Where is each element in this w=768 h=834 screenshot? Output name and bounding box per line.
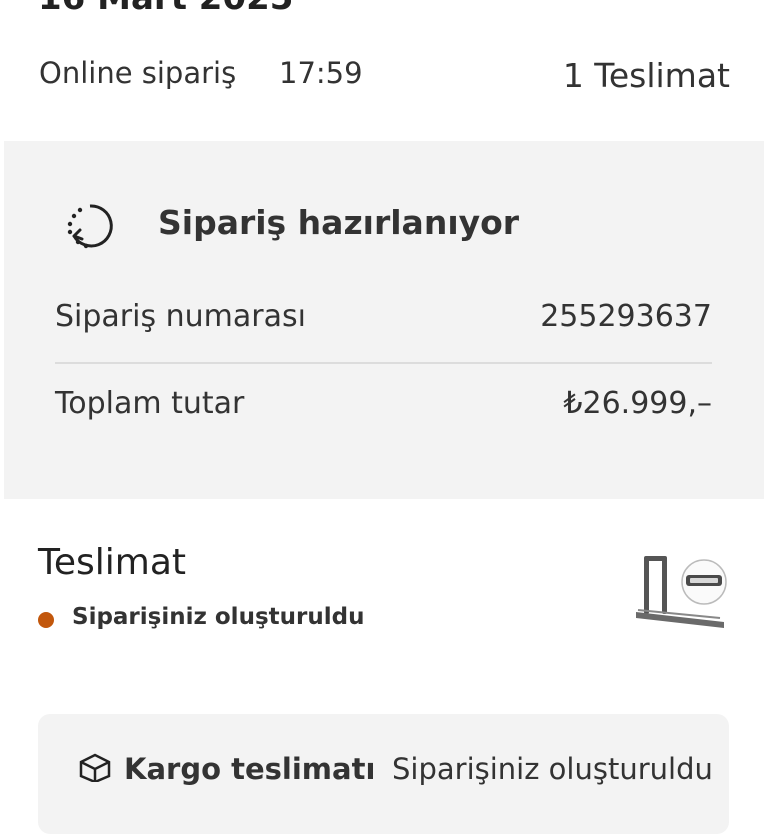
delivery-status-text: Siparişiniz oluşturuldu <box>72 604 365 630</box>
order-type: Online sipariş <box>39 56 237 90</box>
shipping-label: Kargo teslimatı <box>124 752 376 786</box>
total-amount-label: Toplam tutar <box>55 386 245 421</box>
order-date-title: 16 Mart 2025 <box>38 0 293 18</box>
order-number-value: 255293637 <box>540 299 712 334</box>
delivery-section-title: Teslimat <box>38 542 187 583</box>
order-status-label: Sipariş hazırlanıyor <box>158 203 520 242</box>
row-divider <box>55 362 712 364</box>
loading-refresh-icon <box>67 204 113 249</box>
order-time: 17:59 <box>279 56 363 90</box>
order-number-label: Sipariş numarası <box>55 299 306 334</box>
total-amount-value: ₺26.999,– <box>563 386 712 421</box>
status-dot-icon <box>38 612 54 628</box>
package-icon <box>79 753 111 782</box>
shipping-status: Siparişiniz oluşturuldu <box>392 752 713 786</box>
treadmill-product-image[interactable] <box>628 556 732 636</box>
delivery-count: 1 Teslimat <box>562 56 730 95</box>
